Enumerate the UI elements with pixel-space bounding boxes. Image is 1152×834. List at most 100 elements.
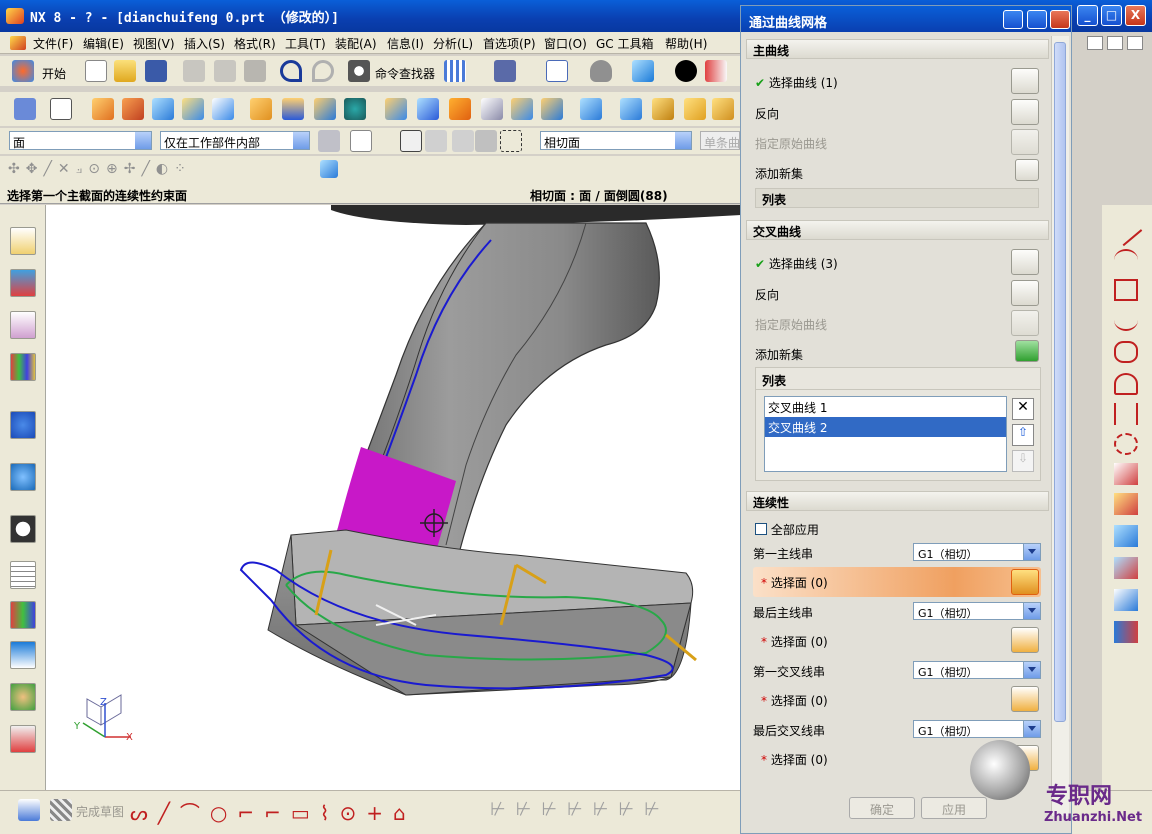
cube-view-icon[interactable] [632,60,654,82]
sketch-mode-icon[interactable] [18,799,40,821]
web-browser-icon[interactable] [10,463,36,491]
continuity-section-header[interactable]: 连续性 [746,491,1049,511]
first-primary-face-row[interactable]: * 选择面 (0) [753,567,1041,597]
extrude-icon[interactable] [92,98,114,120]
app-menu-icon[interactable] [10,36,26,50]
scroll-thumb[interactable] [1054,42,1066,722]
spline-icon[interactable] [1114,309,1138,331]
roles-icon[interactable] [10,683,36,711]
snap-point-icons[interactable]: ✣✥╱✕⟓⊙⊕✢╱◐⁘ [8,161,192,177]
manufacturing-wizard-icon[interactable] [10,641,36,669]
hole-icon[interactable] [282,98,304,120]
last-primary-face-row[interactable]: * 选择面 (0) [761,633,828,650]
process-studio-icon[interactable] [10,601,36,629]
extract-curve-icon[interactable] [1114,557,1138,579]
menu-file[interactable]: 文件(F) [33,35,73,52]
block-icon[interactable] [152,98,174,120]
close-button[interactable]: X [1125,5,1146,26]
datum-plane-icon[interactable] [50,98,72,120]
section-curve-icon[interactable] [1114,525,1138,547]
part-navigator-icon[interactable] [10,311,36,339]
split-body-icon[interactable] [541,98,563,120]
shade-icon[interactable] [675,60,697,82]
line-icon[interactable] [1109,213,1143,247]
swept-icon[interactable] [684,98,706,120]
add-new-set-button[interactable] [1015,159,1039,181]
chamfer-icon[interactable] [385,98,407,120]
tangent-face-icon[interactable] [425,130,447,152]
face-rule-select[interactable]: 相切面 [540,131,692,150]
list-item[interactable]: 交叉曲线 1 [765,397,1006,417]
offset-curve-icon[interactable] [1114,433,1138,455]
grid-icon[interactable] [444,60,466,82]
model-cube-icon[interactable] [320,160,338,178]
move-up-button[interactable]: ⇧ [1012,424,1034,446]
dialog-scrollbar[interactable] [1051,36,1069,816]
menu-gc-toolbox[interactable]: GC 工具箱 [596,35,654,52]
shell-icon[interactable] [212,98,234,120]
command-finder-label[interactable]: 命令查找器 [375,65,435,82]
link-arrow-icon[interactable] [376,130,398,152]
mdi-close-icon[interactable] [1127,36,1143,50]
last-cross-select[interactable]: G1（相切） [913,720,1041,738]
fit-view-icon[interactable] [546,60,568,82]
menu-window[interactable]: 窗口(O) [544,35,587,52]
move-face-icon[interactable] [580,98,602,120]
polygon-icon[interactable] [1114,341,1138,363]
copy-icon[interactable] [214,60,236,82]
system-materials-icon[interactable] [10,561,36,589]
menu-format[interactable]: 格式(R) [234,35,276,52]
menu-edit[interactable]: 编辑(E) [83,35,124,52]
sketch-constraint-icons[interactable]: ⊬⊬⊬⊬⊬⊬⊬ [490,799,670,820]
first-primary-select[interactable]: G1（相切） [913,543,1041,561]
menu-assembly[interactable]: 装配(A) [335,35,377,52]
maximize-button[interactable]: □ [1101,5,1122,26]
mdi-restore-icon[interactable] [1107,36,1123,50]
redo-icon[interactable] [312,60,334,82]
replace-face-icon[interactable] [620,98,642,120]
intersect-curve-icon[interactable] [1114,493,1138,515]
new-file-icon[interactable] [85,60,107,82]
cross-reverse-button[interactable] [1011,280,1039,306]
paste-icon[interactable] [244,60,266,82]
sketch-icon[interactable] [14,98,36,120]
region-face-icon[interactable] [452,130,474,152]
save-icon[interactable] [145,60,167,82]
first-cross-face-row[interactable]: * 选择面 (0) [761,692,828,709]
chevron-down-icon[interactable] [675,132,691,149]
apply-all-row[interactable]: 全部应用 [755,521,819,538]
revolve-icon[interactable] [122,98,144,120]
menu-preferences[interactable]: 首选项(P) [483,35,536,52]
rectangle-icon[interactable] [1114,279,1138,301]
chevron-down-icon[interactable] [1023,662,1040,678]
finish-sketch-label[interactable]: 完成草图 [76,803,124,820]
info-navigator-icon[interactable] [10,411,36,439]
menu-help[interactable]: 帮助(H) [665,35,707,52]
cut-icon[interactable] [183,60,205,82]
type-filter-select[interactable]: 面 [9,131,152,150]
primary-select-row[interactable]: ✔ 选择曲线 (1) [755,74,838,91]
trim-body-icon[interactable] [511,98,533,120]
list-item-selected[interactable]: 交叉曲线 2 [765,417,1006,437]
thicken-icon[interactable] [481,98,503,120]
dialog-close-icon[interactable] [1050,10,1070,29]
menu-view[interactable]: 视图(V) [133,35,175,52]
pattern-icon[interactable] [314,98,336,120]
chevron-down-icon[interactable] [1023,603,1040,619]
scope-select[interactable]: 仅在工作部件内部 [160,131,310,150]
first-cross-select[interactable]: G1（相切） [913,661,1041,679]
through-curves-icon[interactable] [652,98,674,120]
cross-section-header[interactable]: 交叉曲线 [746,220,1049,240]
select-curve-button[interactable] [1011,68,1039,94]
snap-face-icon[interactable] [350,130,372,152]
remove-item-button[interactable]: ✕ [1012,398,1034,420]
rect-select-icon[interactable] [500,130,522,152]
reset-icon[interactable] [1003,10,1023,29]
menu-info[interactable]: 信息(I) [387,35,424,52]
cross-select-row[interactable]: ✔ 选择曲线 (3) [755,255,838,272]
filter-reset-icon[interactable] [318,130,340,152]
info-icon[interactable] [494,60,516,82]
reverse-button[interactable] [1011,99,1039,125]
history-icon[interactable] [10,515,36,543]
shape-icon[interactable] [1114,373,1138,395]
